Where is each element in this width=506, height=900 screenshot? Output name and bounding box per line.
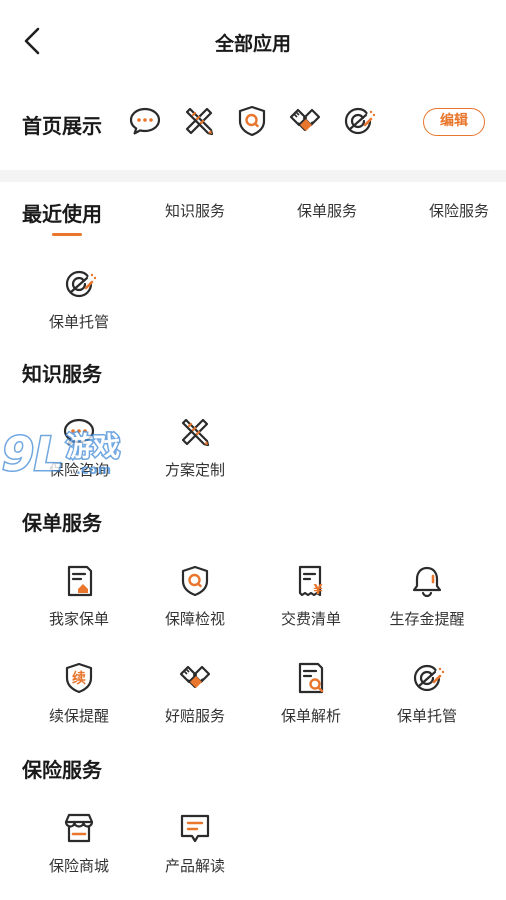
app-item-payment-list[interactable]: 交费清单: [253, 563, 369, 647]
tab-insurance[interactable]: 保险服务: [429, 200, 489, 221]
message-note-icon: [177, 810, 213, 846]
tab-knowledge[interactable]: 知识服务: [165, 200, 225, 221]
app-label: 保单解析: [280, 707, 341, 725]
app-label: 保单托管: [396, 707, 457, 725]
app-item-my-family-policy[interactable]: 我家保单: [21, 563, 137, 647]
app-item-policy-analysis[interactable]: 保单解析: [253, 660, 369, 744]
category-tabs: 最近使用 知识服务 保单服务 保险服务: [0, 182, 506, 240]
app-label: 保险咨询: [48, 461, 109, 479]
tab-recent[interactable]: 最近使用: [22, 198, 102, 227]
app-item-survival-reminder[interactable]: 生存金提醒: [369, 563, 485, 647]
section-title-insurance: 保险服务: [22, 758, 102, 782]
app-item-claim-service[interactable]: 好赔服务: [137, 660, 253, 744]
edit-button[interactable]: 编辑: [423, 108, 485, 136]
section-title-policy: 保单服务: [22, 511, 102, 535]
handshake-icon: [177, 660, 213, 696]
app-item-insurance-consult[interactable]: 保险咨询: [21, 414, 137, 498]
document-house-icon: [61, 563, 97, 599]
bill-yuan-icon: [293, 563, 329, 599]
tab-policy[interactable]: 保单服务: [297, 200, 357, 221]
app-label: 保单托管: [48, 313, 109, 331]
pencil-ruler-icon[interactable]: [181, 103, 217, 139]
chat-bubble-icon[interactable]: [127, 103, 163, 139]
policy-swirl-icon: [409, 660, 445, 696]
app-item-coverage-review[interactable]: 保障检视: [137, 563, 253, 647]
app-label: 交费清单: [280, 610, 341, 628]
app-label: 方案定制: [164, 461, 225, 479]
app-label: 好赔服务: [164, 707, 225, 725]
app-label: 保障检视: [164, 610, 225, 628]
app-label: 我家保单: [48, 610, 109, 628]
bell-icon: [409, 563, 445, 599]
app-item-renewal-reminder[interactable]: 续保提醒: [21, 660, 137, 744]
home-display-row: 首页展示 编辑: [0, 86, 506, 170]
handshake-icon[interactable]: [287, 103, 323, 139]
app-item-plan-custom[interactable]: 方案定制: [137, 414, 253, 498]
app-item-product-interpret[interactable]: 产品解读: [137, 810, 253, 894]
store-icon: [61, 810, 97, 846]
shield-search-icon[interactable]: [234, 103, 270, 139]
app-label: 保险商城: [48, 857, 109, 875]
page-title: 全部应用: [214, 33, 291, 55]
pencil-ruler-icon: [177, 414, 213, 450]
top-bar: 全部应用: [0, 0, 506, 86]
app-item-insurance-mall[interactable]: 保险商城: [21, 810, 137, 894]
app-item-policy-custody[interactable]: 保单托管: [21, 266, 137, 350]
app-item-policy-custody-2[interactable]: 保单托管: [369, 660, 485, 744]
document-search-icon: [293, 660, 329, 696]
renew-shield-icon: [61, 660, 97, 696]
app-label: 生存金提醒: [389, 610, 465, 628]
active-tab-indicator: [52, 233, 82, 236]
shield-search-icon: [177, 563, 213, 599]
section-title-knowledge: 知识服务: [22, 362, 102, 386]
app-label: 产品解读: [164, 857, 225, 875]
policy-swirl-icon: [61, 266, 97, 302]
section-divider: [0, 170, 506, 182]
home-display-label: 首页展示: [22, 114, 102, 138]
policy-swirl-icon[interactable]: [340, 103, 376, 139]
app-label: 续保提醒: [48, 707, 109, 725]
chat-bubble-icon: [61, 414, 97, 450]
